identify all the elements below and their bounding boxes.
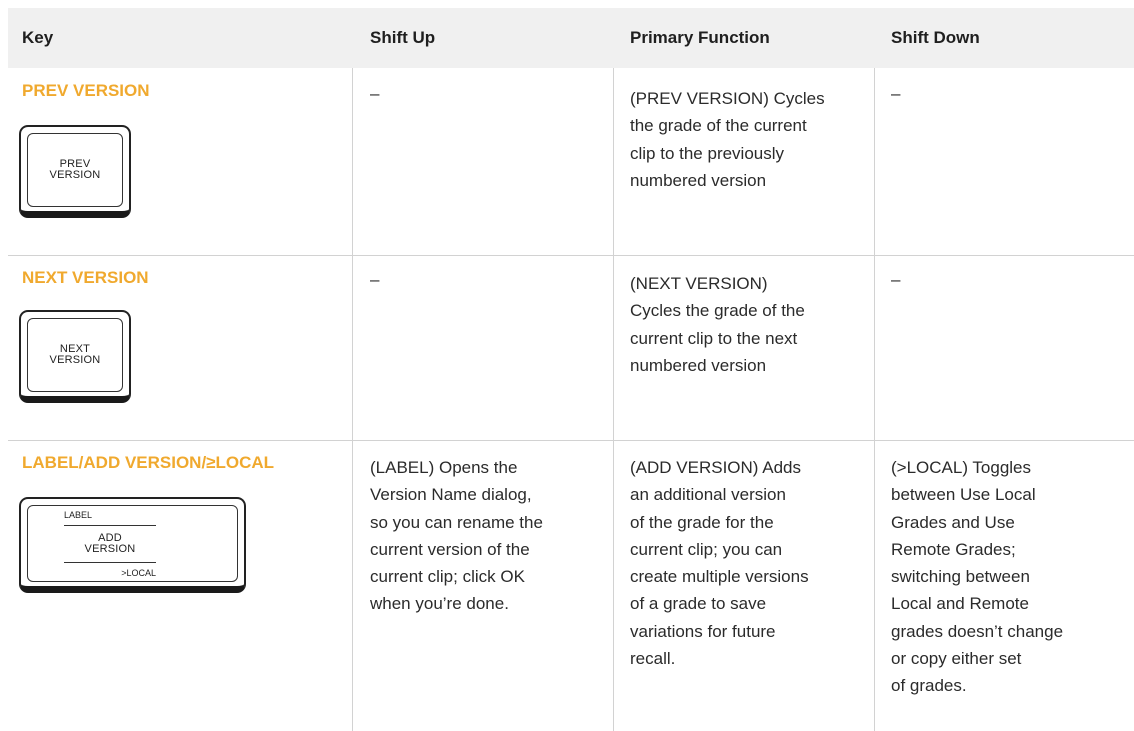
text-line: Remote Grades; [891, 539, 1016, 559]
keycap-top-label: LABEL [64, 510, 93, 520]
shortcut-table: Key Shift Up Primary Function Shift Down… [8, 8, 1134, 731]
text-line: create multiple versions [630, 567, 809, 587]
key-title: LABEL/ADD VERSION/≥LOCAL [22, 453, 275, 472]
header-primary-function: Primary Function [630, 28, 770, 47]
text-line: Cycles the grade of the [630, 301, 805, 321]
keycap-rule [64, 562, 156, 563]
shift-up-cell: (LABEL) Opens the Version Name dialog, s… [370, 454, 543, 618]
text-line: numbered version [630, 355, 767, 375]
shift-down-cell: (>LOCAL) Toggles between Use Local Grade… [891, 454, 1063, 700]
shift-up-cell: – [370, 84, 380, 103]
text-line: (LABEL) Opens the [370, 458, 518, 477]
text-line: (>LOCAL) Toggles [891, 458, 1032, 477]
column-divider [352, 68, 353, 731]
row-divider [8, 440, 1134, 441]
header-key: Key [22, 28, 54, 47]
text-line: an additional version [630, 485, 786, 505]
text-line: Grades and Use [891, 512, 1015, 532]
prev-version-key-icon: PREV VERSION [19, 125, 131, 218]
key-title: NEXT VERSION [22, 268, 149, 287]
text-line: of the grade for the [630, 512, 774, 532]
text-line: of a grade to save [630, 594, 767, 614]
row-divider [8, 255, 1134, 256]
text-line: when you’re done. [370, 594, 509, 614]
text-line: switching between [891, 567, 1030, 587]
text-line: variations for future [630, 621, 776, 641]
text-line: so you can rename the [370, 512, 543, 532]
next-version-key-icon: NEXT VERSION [19, 310, 131, 403]
header-shift-up: Shift Up [370, 28, 436, 47]
text-line: clip to the previously [630, 143, 785, 163]
text-line: (PREV VERSION) Cycles [630, 89, 825, 108]
text-line: Version Name dialog, [370, 485, 532, 505]
primary-function-cell: (NEXT VERSION) Cycles the grade of the c… [630, 270, 805, 379]
keycap-bottom-label: >LOCAL [121, 568, 156, 578]
text-line: (NEXT VERSION) [630, 274, 768, 293]
text-line: current clip; you can [630, 539, 783, 559]
text-line: recall. [630, 649, 676, 669]
shift-down-cell: – [891, 270, 901, 289]
text-line: current version of the [370, 539, 530, 559]
keycap-label: VERSION [84, 543, 136, 555]
shift-down-cell: – [891, 84, 901, 103]
text-line: numbered version [630, 170, 767, 190]
text-line: between Use Local [891, 485, 1036, 505]
shift-up-cell: – [370, 270, 380, 289]
keycap-main-label: ADD VERSION [64, 533, 156, 555]
text-line: or copy either set [891, 649, 1022, 669]
primary-function-cell: (PREV VERSION) Cycles the grade of the c… [630, 85, 825, 194]
key-title: PREV VERSION [22, 81, 150, 100]
header-shift-down: Shift Down [891, 28, 980, 47]
text-line: Local and Remote [891, 594, 1029, 614]
column-divider [874, 68, 875, 731]
text-line: current clip; click OK [370, 567, 525, 587]
primary-function-cell: (ADD VERSION) Adds an additional version… [630, 454, 809, 672]
keycap-label: VERSION [49, 354, 101, 366]
text-line: the grade of the current [630, 116, 807, 136]
column-divider [613, 68, 614, 731]
text-line: current clip to the next [630, 328, 798, 348]
keycap-label: VERSION [49, 169, 101, 181]
text-line: grades doesn’t change [891, 621, 1064, 641]
keycap-rule [64, 525, 156, 526]
text-line: (ADD VERSION) Adds [630, 458, 801, 477]
table-header-row: Key Shift Up Primary Function Shift Down [8, 8, 1134, 68]
label-add-version-key-icon: LABEL ADD VERSION >LOCAL [19, 497, 246, 593]
text-line: of grades. [891, 676, 967, 696]
